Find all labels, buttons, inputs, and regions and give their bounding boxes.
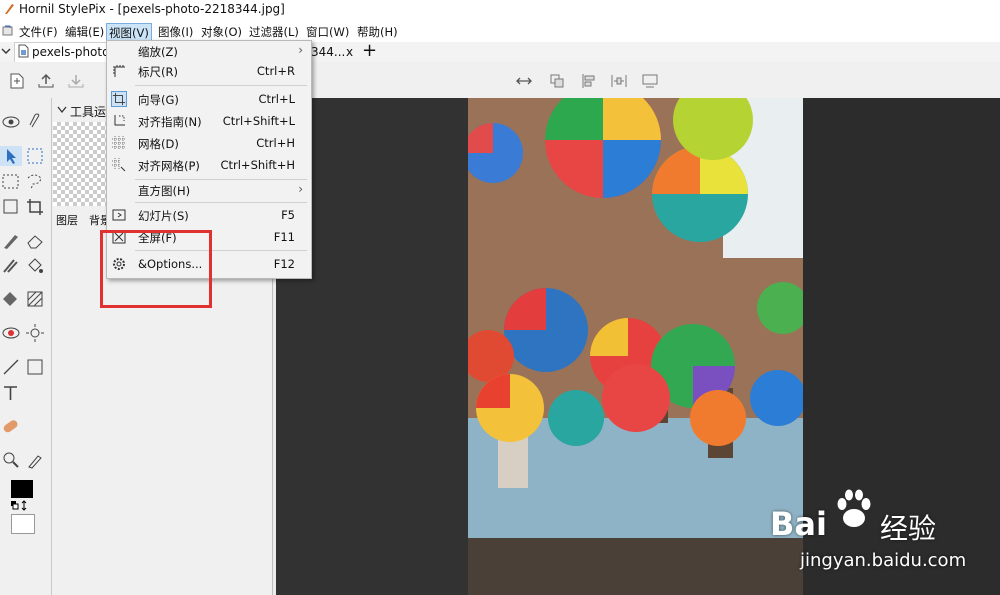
flip-horizontal-icon[interactable] <box>515 72 533 90</box>
brush-icon[interactable] <box>0 231 22 251</box>
menu-item-snap-guide[interactable]: 对齐指南(N) Ctrl+Shift+L <box>107 111 311 133</box>
download-icon[interactable] <box>67 72 85 90</box>
text-tool-icon[interactable] <box>0 383 22 403</box>
menu-item-shortcut: F5 <box>281 208 295 222</box>
menu-item-label: 对齐指南(N) <box>138 115 202 129</box>
layer-thumbnail[interactable] <box>53 122 109 206</box>
menu-item-zoom[interactable]: 缩放(Z) › <box>107 41 311 63</box>
new-tab-button[interactable]: + <box>362 40 377 61</box>
menu-item-shortcut: Ctrl+R <box>256 64 295 78</box>
distribute-icon[interactable] <box>610 72 628 90</box>
annotation-highlight-box <box>100 230 212 308</box>
menu-window[interactable]: 窗口(W) <box>304 24 351 40</box>
pattern-icon[interactable] <box>24 289 46 309</box>
menu-item-guide[interactable]: 向导(G) Ctrl+L <box>107 89 311 111</box>
app-logo-icon <box>5 4 14 14</box>
submenu-arrow-icon: › <box>298 43 303 57</box>
photo-image[interactable] <box>468 98 803 595</box>
marquee-transform-icon[interactable] <box>24 146 46 166</box>
app-menu-icon[interactable] <box>2 24 13 36</box>
upload-icon[interactable] <box>37 72 55 90</box>
healing-icon[interactable] <box>0 416 22 436</box>
crop-icon[interactable] <box>24 197 46 217</box>
snap-grid-icon <box>112 158 126 172</box>
menu-item-shortcut: Ctrl+H <box>256 136 295 150</box>
menu-item-label: 幻灯片(S) <box>138 209 189 223</box>
watermark-subtitle: 经验 <box>880 512 937 545</box>
menu-item-slideshow[interactable]: 幻灯片(S) F5 <box>107 205 311 227</box>
fill-tool-icon[interactable] <box>0 289 22 309</box>
snap-guide-icon <box>114 115 125 126</box>
menu-item-label: 网格(D) <box>138 137 179 151</box>
window-title: Hornil StylePix - [pexels-photo-2218344.… <box>19 2 285 16</box>
rectangle-tool-icon[interactable] <box>24 357 46 377</box>
menu-item-label: 直方图(H) <box>138 184 191 198</box>
menu-item-label: 标尺(R) <box>138 65 178 79</box>
menu-item-shortcut: Ctrl+L <box>258 92 295 106</box>
slideshow-icon <box>112 209 126 221</box>
menu-item-grid[interactable]: 网格(D) Ctrl+H <box>107 133 311 155</box>
resize-canvas-icon[interactable] <box>641 72 659 90</box>
document-tab-label: pexels-photo <box>32 45 110 59</box>
rect-select-icon[interactable] <box>0 172 22 192</box>
menu-item-label: 对齐网格(P) <box>138 159 200 173</box>
pointer-tool-icon[interactable] <box>0 146 22 166</box>
clone-stamp-icon[interactable] <box>0 256 22 276</box>
lasso-icon[interactable] <box>24 172 46 192</box>
line-tool-icon[interactable] <box>0 357 22 377</box>
bucket-icon[interactable] <box>24 256 46 276</box>
guide-icon <box>111 91 127 107</box>
align-left-icon[interactable] <box>580 72 598 90</box>
arrange-icon[interactable] <box>548 72 566 90</box>
menu-item-ruler[interactable]: 标尺(R) Ctrl+R <box>107 61 311 83</box>
menu-item-shortcut: Ctrl+Shift+L <box>222 114 295 128</box>
menu-item-shortcut: F12 <box>273 257 295 271</box>
crop-frame-icon[interactable] <box>0 197 22 217</box>
foreground-color-swatch[interactable] <box>11 480 33 498</box>
menu-help[interactable]: 帮助(H) <box>355 24 400 40</box>
menu-item-histogram[interactable]: 直方图(H) › <box>107 180 311 202</box>
tab-list-chevron-icon[interactable] <box>0 44 12 58</box>
red-eye-icon[interactable] <box>0 323 22 343</box>
close-tab-icon[interactable]: x <box>346 45 353 59</box>
baidu-paw-icon <box>837 489 871 527</box>
swap-colors-icon[interactable] <box>10 500 30 512</box>
menu-item-label: 缩放(Z) <box>138 45 178 59</box>
menu-item-shortcut: F11 <box>273 230 295 244</box>
eraser-icon[interactable] <box>24 231 46 251</box>
menu-object[interactable]: 对象(O) <box>199 24 244 40</box>
document-icon <box>18 44 29 58</box>
brightness-icon[interactable] <box>24 323 46 343</box>
document-tab-label-tail: 344... <box>311 45 346 59</box>
menu-file[interactable]: 文件(F) <box>17 24 60 40</box>
menu-separator <box>135 202 307 203</box>
watermark-url: jingyan.baidu.com <box>800 550 967 571</box>
eyedropper-icon[interactable] <box>24 450 46 470</box>
grid-icon <box>112 136 126 150</box>
background-color-swatch[interactable] <box>11 514 35 534</box>
eye-icon[interactable] <box>0 112 22 132</box>
zoom-icon[interactable] <box>0 450 22 470</box>
menu-filter[interactable]: 过滤器(L) <box>247 24 301 40</box>
paperclip-icon[interactable] <box>24 112 46 132</box>
menu-edit[interactable]: 编辑(E) <box>63 24 106 40</box>
panel-collapse-chevron-icon[interactable] <box>56 104 68 116</box>
menu-item-shortcut: Ctrl+Shift+H <box>220 158 295 172</box>
panel-title: 工具运 <box>70 105 107 119</box>
ruler-icon <box>113 65 125 77</box>
watermark-brand: Bai <box>770 505 827 543</box>
menu-image[interactable]: 图像(I) <box>156 24 195 40</box>
menu-separator <box>135 85 307 86</box>
submenu-arrow-icon: › <box>298 182 303 196</box>
menu-item-label: 向导(G) <box>138 93 179 107</box>
menu-item-snap-grid[interactable]: 对齐网格(P) Ctrl+Shift+H <box>107 155 311 177</box>
new-file-icon[interactable] <box>8 72 26 90</box>
tab-layers[interactable]: 图层 <box>56 212 78 228</box>
photo-umbrellas-illustration <box>468 98 803 595</box>
